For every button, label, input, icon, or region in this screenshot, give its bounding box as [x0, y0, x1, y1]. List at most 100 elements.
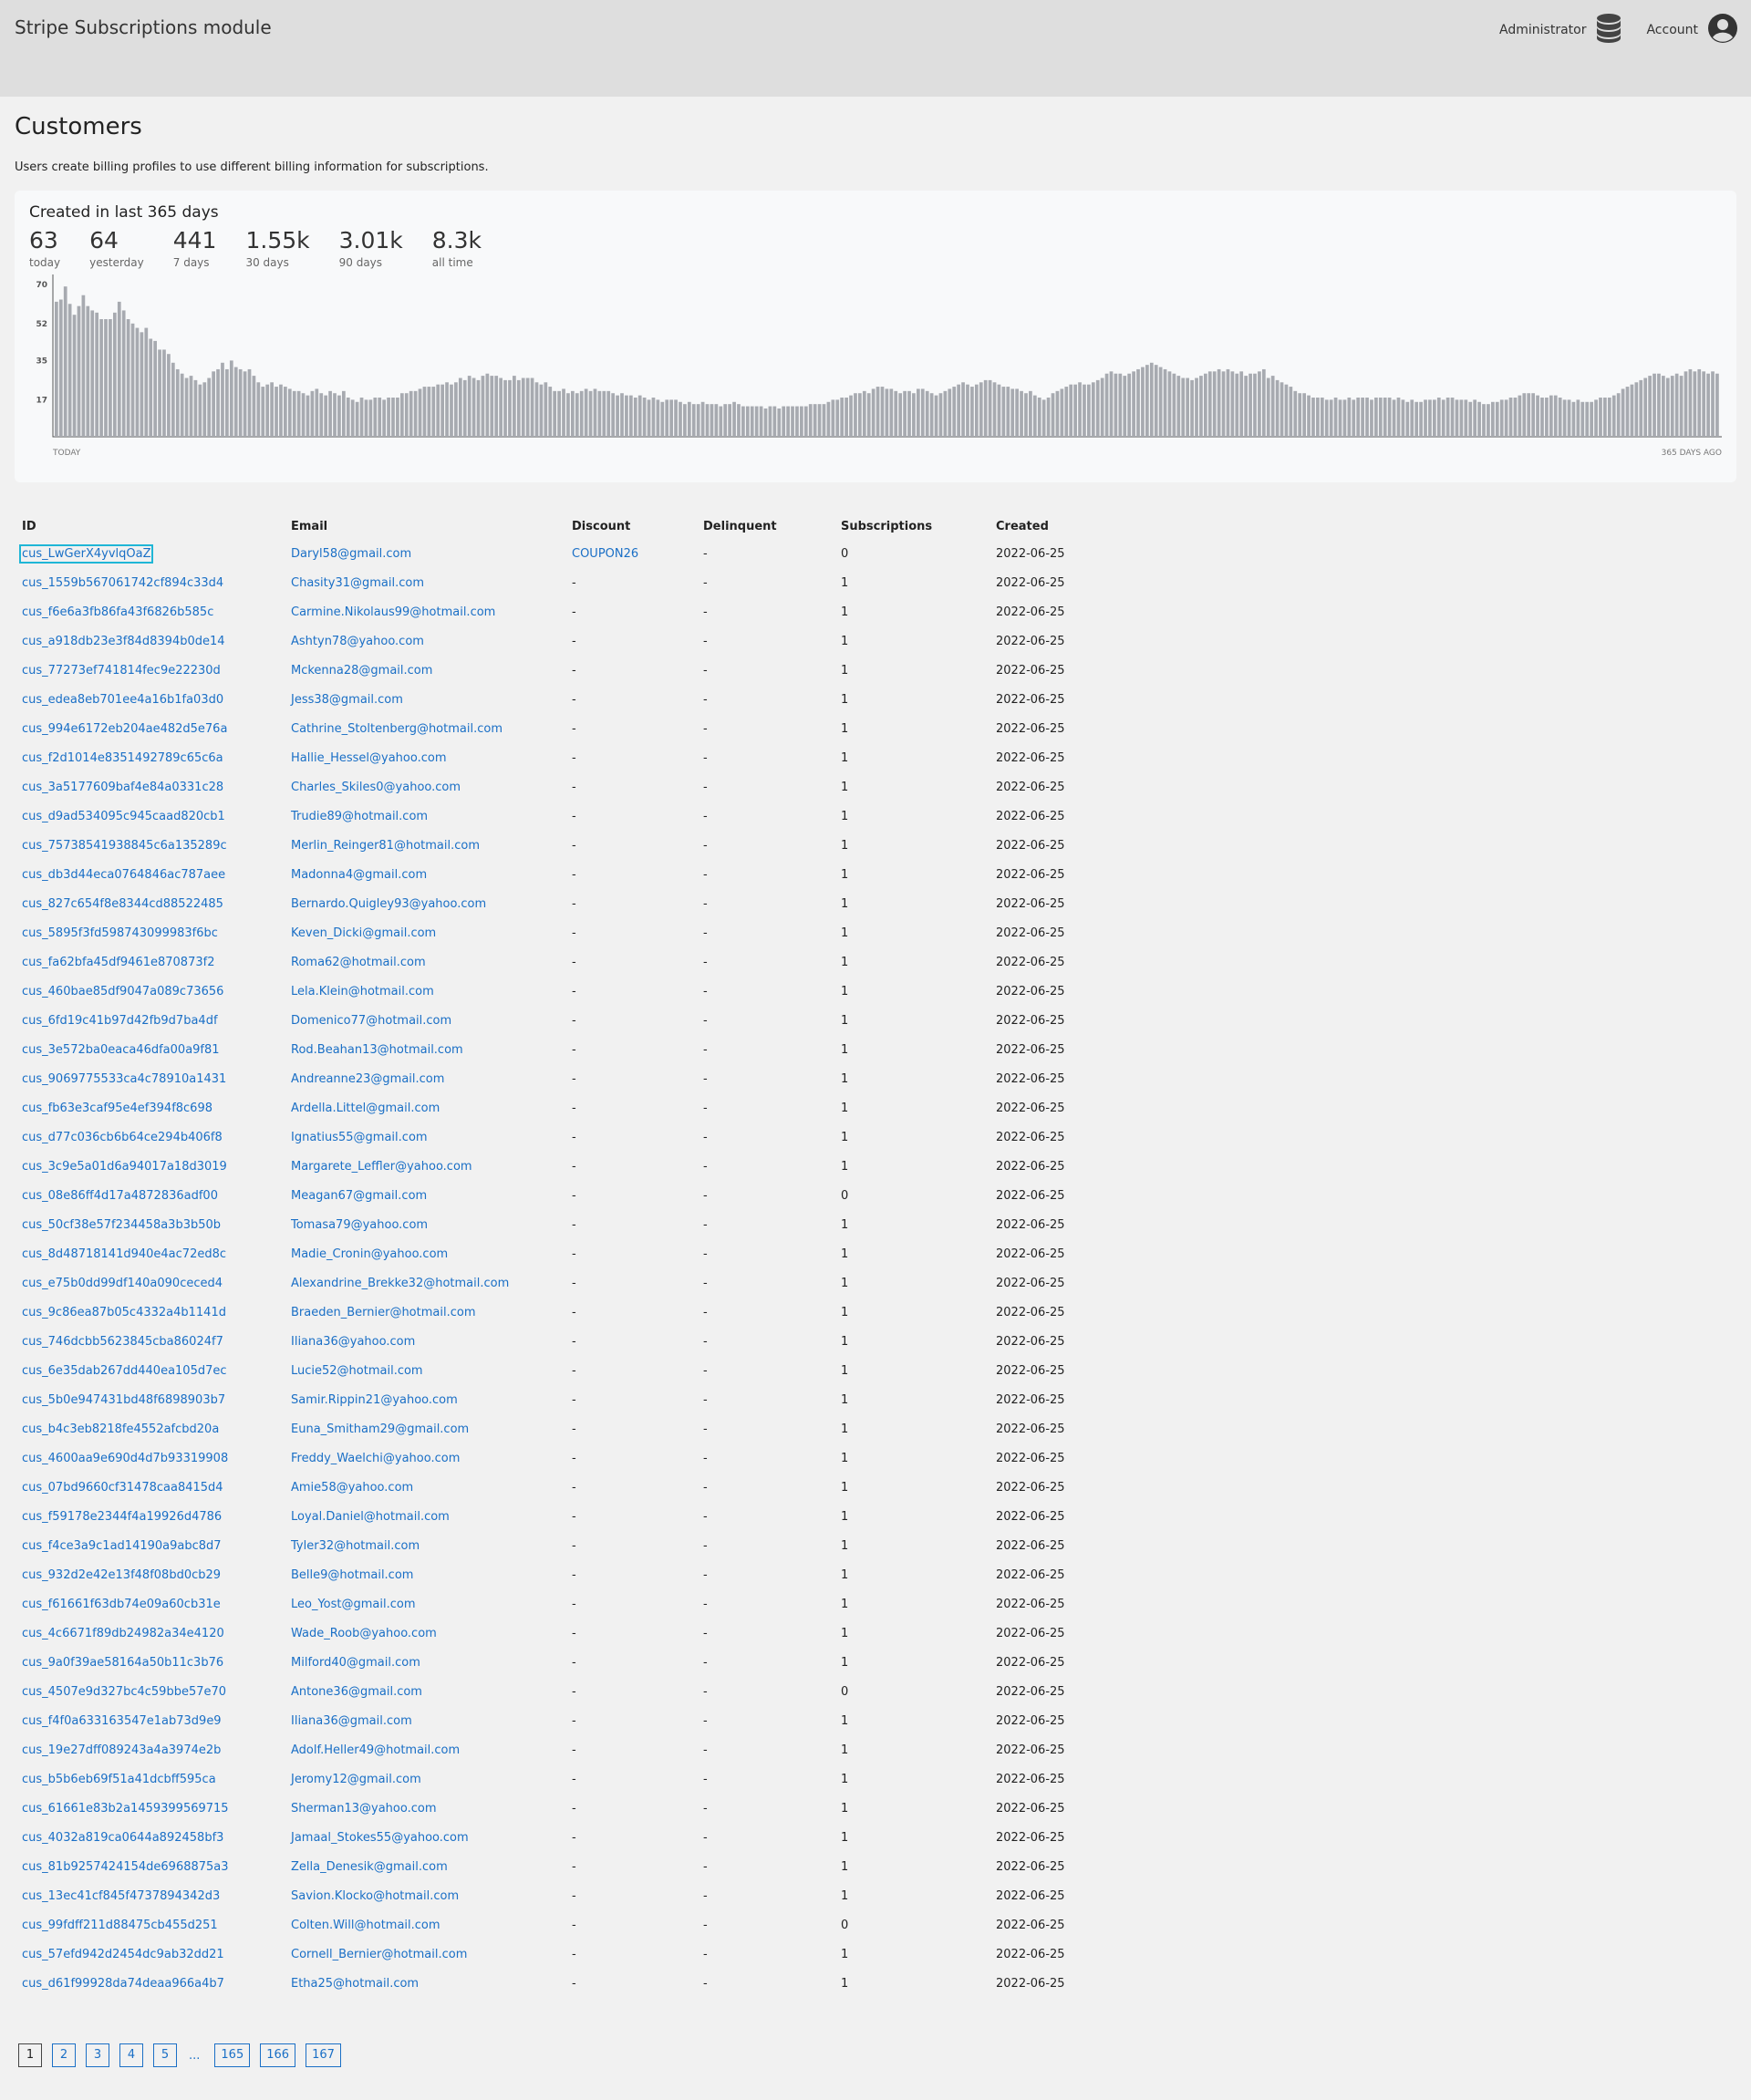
account-link[interactable]: Account [1646, 13, 1738, 47]
customer-id-link[interactable]: cus_d9ad534095c945caad820cb1 [22, 810, 225, 823]
customer-id-link[interactable]: cus_f6e6a3fb86fa43f6826b585c [22, 605, 213, 619]
customer-email-link[interactable]: Meagan67@gmail.com [291, 1189, 427, 1203]
customer-email-link[interactable]: Savion.Klocko@hotmail.com [291, 1889, 459, 1903]
customer-email-link[interactable]: Jeromy12@gmail.com [291, 1773, 421, 1786]
page-link[interactable]: 3 [86, 2043, 109, 2067]
page-current[interactable]: 1 [18, 2043, 42, 2067]
customer-email-link[interactable]: Bernardo.Quigley93@yahoo.com [291, 897, 486, 911]
customer-id-link[interactable]: cus_b4c3eb8218fe4552afcbd20a [22, 1422, 219, 1436]
customer-id-link[interactable]: cus_460bae85df9047a089c73656 [22, 985, 223, 998]
customer-email-link[interactable]: Chasity31@gmail.com [291, 576, 424, 590]
customer-id-link[interactable]: cus_57efd942d2454dc9ab32dd21 [22, 1948, 224, 1961]
customer-email-link[interactable]: Charles_Skiles0@yahoo.com [291, 781, 461, 794]
customer-email-link[interactable]: Euna_Smitham29@gmail.com [291, 1422, 469, 1436]
customer-id-link[interactable]: cus_932d2e42e13f48f08bd0cb29 [22, 1568, 221, 1582]
customer-email-link[interactable]: Milford40@gmail.com [291, 1656, 420, 1670]
customer-id-link[interactable]: cus_994e6172eb204ae482d5e76a [22, 722, 227, 736]
customer-id-link[interactable]: cus_9c86ea87b05c4332a4b1141d [22, 1306, 226, 1319]
customer-id-link[interactable]: cus_99fdff211d88475cb455d251 [22, 1919, 218, 1932]
customer-id-link[interactable]: cus_77273ef741814fec9e22230d [22, 664, 221, 678]
customer-email-link[interactable]: Hallie_Hessel@yahoo.com [291, 751, 446, 765]
page-link[interactable]: 165 [214, 2043, 251, 2067]
customer-id-link[interactable]: cus_1559b567061742cf894c33d4 [22, 576, 223, 590]
customer-email-link[interactable]: Cornell_Bernier@hotmail.com [291, 1948, 467, 1961]
customer-id-link[interactable]: cus_3a5177609baf4e84a0331c28 [22, 781, 223, 794]
customer-id-link[interactable]: cus_3c9e5a01d6a94017a18d3019 [22, 1160, 227, 1174]
customer-id-link[interactable]: cus_9a0f39ae58164a50b11c3b76 [22, 1656, 223, 1670]
customer-email-link[interactable]: Andreanne23@gmail.com [291, 1072, 444, 1086]
customer-email-link[interactable]: Sherman13@yahoo.com [291, 1802, 437, 1816]
customer-email-link[interactable]: Margarete_Leffler@yahoo.com [291, 1160, 472, 1174]
customer-email-link[interactable]: Rod.Beahan13@hotmail.com [291, 1043, 463, 1057]
customer-email-link[interactable]: Ardella.Littel@gmail.com [291, 1102, 440, 1115]
customer-id-link[interactable]: cus_d77c036cb6b64ce294b406f8 [22, 1131, 223, 1144]
customer-id-link[interactable]: cus_13ec41cf845f4737894342d3 [22, 1889, 220, 1903]
customer-email-link[interactable]: Mckenna28@gmail.com [291, 664, 432, 678]
customer-email-link[interactable]: Iliana36@yahoo.com [291, 1335, 415, 1349]
customer-email-link[interactable]: Freddy_Waelchi@yahoo.com [291, 1452, 460, 1465]
customer-email-link[interactable]: Trudie89@hotmail.com [291, 810, 428, 823]
customer-email-link[interactable]: Daryl58@gmail.com [291, 547, 411, 561]
customer-id-link[interactable]: cus_fb63e3caf95e4ef394f8c698 [22, 1102, 212, 1115]
column-header-created[interactable]: Created [989, 513, 1105, 539]
customer-id-link[interactable]: cus_db3d44eca0764846ac787aee [22, 868, 225, 882]
customer-id-link[interactable]: cus_5b0e947431bd48f6898903b7 [22, 1393, 225, 1407]
customer-id-link[interactable]: cus_fa62bfa45df9461e870873f2 [22, 956, 214, 969]
customer-id-link[interactable]: cus_8d48718141d940e4ac72ed8c [22, 1247, 226, 1261]
customer-id-link[interactable]: cus_4032a819ca0644a892458bf3 [22, 1831, 223, 1845]
customer-id-link[interactable]: cus_5895f3fd598743099983f6bc [22, 926, 218, 940]
customer-id-link[interactable]: cus_6e35dab267dd440ea105d7ec [22, 1364, 227, 1378]
customer-id-link[interactable]: cus_4c6671f89db24982a34e4120 [22, 1627, 224, 1640]
customer-id-link[interactable]: cus_75738541938845c6a135289c [22, 839, 227, 853]
customer-email-link[interactable]: Alexandrine_Brekke32@hotmail.com [291, 1277, 509, 1290]
customer-id-link[interactable]: cus_LwGerX4yvlqOaZ [18, 543, 154, 564]
discount-link[interactable]: COUPON26 [572, 547, 638, 561]
customer-id-link[interactable]: cus_6fd19c41b97d42fb9d7ba4df [22, 1014, 218, 1028]
customer-id-link[interactable]: cus_f59178e2344f4a19926d4786 [22, 1510, 222, 1524]
customer-id-link[interactable]: cus_4600aa9e690d4d7b93319908 [22, 1452, 228, 1465]
page-link[interactable]: 167 [306, 2043, 341, 2067]
customer-id-link[interactable]: cus_81b9257424154de6968875a3 [22, 1860, 229, 1874]
customer-email-link[interactable]: Samir.Rippin21@yahoo.com [291, 1393, 458, 1407]
page-link[interactable]: 166 [260, 2043, 296, 2067]
customer-email-link[interactable]: Roma62@hotmail.com [291, 956, 426, 969]
customer-id-link[interactable]: cus_edea8eb701ee4a16b1fa03d0 [22, 693, 223, 707]
customer-id-link[interactable]: cus_f4f0a633163547e1ab73d9e9 [22, 1714, 222, 1728]
column-header-id[interactable]: ID [15, 513, 284, 539]
customer-id-link[interactable]: cus_08e86ff4d17a4872836adf00 [22, 1189, 218, 1203]
customer-id-link[interactable]: cus_50cf38e57f234458a3b3b50b [22, 1218, 221, 1232]
page-link[interactable]: 5 [153, 2043, 177, 2067]
customer-id-link[interactable]: cus_827c654f8e8344cd88522485 [22, 897, 223, 911]
customer-id-link[interactable]: cus_f2d1014e8351492789c65c6a [22, 751, 223, 765]
customer-id-link[interactable]: cus_07bd9660cf31478caa8415d4 [22, 1481, 223, 1495]
customer-email-link[interactable]: Keven_Dicki@gmail.com [291, 926, 436, 940]
customer-id-link[interactable]: cus_d61f99928da74deaa966a4b7 [22, 1977, 224, 1991]
administrator-link[interactable]: Administrator [1499, 13, 1622, 47]
customer-email-link[interactable]: Zella_Denesik@gmail.com [291, 1860, 448, 1874]
customer-id-link[interactable]: cus_b5b6eb69f51a41dcbff595ca [22, 1773, 216, 1786]
customer-email-link[interactable]: Ashtyn78@yahoo.com [291, 635, 424, 648]
customer-email-link[interactable]: Adolf.Heller49@hotmail.com [291, 1743, 460, 1757]
customer-email-link[interactable]: Jamaal_Stokes55@yahoo.com [291, 1831, 469, 1845]
customer-email-link[interactable]: Amie58@yahoo.com [291, 1481, 413, 1495]
customer-email-link[interactable]: Lela.Klein@hotmail.com [291, 985, 434, 998]
customer-email-link[interactable]: Etha25@hotmail.com [291, 1977, 419, 1991]
customer-email-link[interactable]: Leo_Yost@gmail.com [291, 1598, 416, 1611]
customer-id-link[interactable]: cus_a918db23e3f84d8394b0de14 [22, 635, 225, 648]
customer-email-link[interactable]: Jess38@gmail.com [291, 693, 403, 707]
page-link[interactable]: 2 [52, 2043, 76, 2067]
customer-email-link[interactable]: Domenico77@hotmail.com [291, 1014, 451, 1028]
customer-email-link[interactable]: Iliana36@gmail.com [291, 1714, 412, 1728]
customer-id-link[interactable]: cus_3e572ba0eaca46dfa00a9f81 [22, 1043, 220, 1057]
customer-email-link[interactable]: Merlin_Reinger81@hotmail.com [291, 839, 480, 853]
customer-email-link[interactable]: Belle9@hotmail.com [291, 1568, 413, 1582]
column-header-subscriptions[interactable]: Subscriptions [834, 513, 989, 539]
column-header-delinquent[interactable]: Delinquent [696, 513, 834, 539]
customer-email-link[interactable]: Cathrine_Stoltenberg@hotmail.com [291, 722, 503, 736]
customer-email-link[interactable]: Ignatius55@gmail.com [291, 1131, 428, 1144]
column-header-discount[interactable]: Discount [565, 513, 696, 539]
customer-email-link[interactable]: Madonna4@gmail.com [291, 868, 427, 882]
customer-email-link[interactable]: Carmine.Nikolaus99@hotmail.com [291, 605, 495, 619]
customer-email-link[interactable]: Tyler32@hotmail.com [291, 1539, 420, 1553]
customer-id-link[interactable]: cus_61661e83b2a1459399569715 [22, 1802, 229, 1816]
